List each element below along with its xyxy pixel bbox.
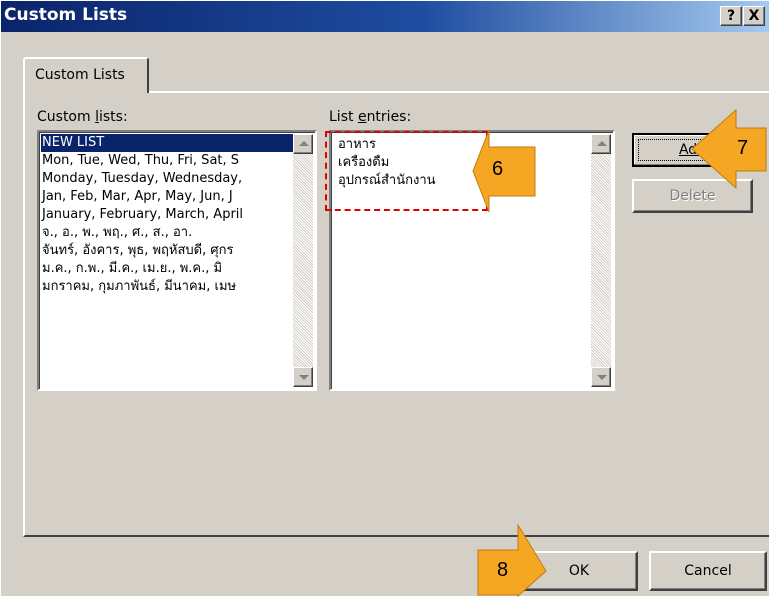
custom-lists-rows: NEW LIST Mon, Tue, Wed, Thu, Fri, Sat, SM…: [41, 134, 293, 296]
ok-button-label: OK: [568, 563, 590, 579]
arrow-down-icon: [597, 375, 607, 380]
callout-number-7: 7: [737, 137, 749, 159]
arrow-up-icon: [597, 141, 607, 146]
cancel-button-label: Cancel: [684, 563, 732, 579]
window-title: Custom Lists: [4, 5, 128, 25]
scroll-up-button[interactable]: [293, 134, 313, 154]
list-entries-scrollbar[interactable]: [591, 134, 611, 387]
custom-lists-listbox[interactable]: NEW LIST Mon, Tue, Wed, Thu, Fri, Sat, SM…: [37, 130, 317, 391]
list-item[interactable]: จันทร์, อังคาร, พุธ, พฤหัสบดี, ศุกร: [41, 242, 293, 260]
list-item[interactable]: Jan, Feb, Mar, Apr, May, Jun, J: [41, 188, 293, 206]
help-button[interactable]: ?: [720, 6, 742, 26]
custom-lists-label-text: Custom: [37, 109, 96, 125]
callout-arrow-6: [472, 129, 536, 213]
callout-arrow-8: [477, 523, 547, 597]
arrow-down-icon: [299, 375, 309, 380]
delete-button-label: Delete: [669, 188, 716, 204]
highlight-box: [325, 131, 488, 211]
list-item[interactable]: NEW LIST: [41, 134, 293, 152]
list-item[interactable]: Monday, Tuesday, Wednesday,: [41, 170, 293, 188]
close-button[interactable]: X: [743, 6, 765, 26]
list-entries-label-text-end: ntries:: [366, 109, 412, 125]
callout-number-6: 6: [492, 158, 504, 180]
callout-arrow-7: [691, 109, 767, 189]
title-bar[interactable]: Custom Lists ? X: [1, 1, 769, 32]
list-item[interactable]: Mon, Tue, Wed, Thu, Fri, Sat, S: [41, 152, 293, 170]
list-item[interactable]: ม.ค., ก.พ., มี.ค., เม.ย., พ.ค., มิ: [41, 260, 293, 278]
scroll-down-button[interactable]: [293, 367, 313, 387]
custom-lists-label: Custom lists:: [37, 109, 128, 125]
custom-lists-label-text-end: ists:: [98, 109, 128, 125]
arrow-up-icon: [299, 141, 309, 146]
list-entries-label-text: List: [329, 109, 358, 125]
list-item[interactable]: มกราคม, กุมภาพันธ์, มีนาคม, เมษ: [41, 278, 293, 296]
custom-lists-dialog: Custom Lists ? X Custom Lists Custom lis…: [0, 0, 769, 597]
list-entries-label: List entries:: [329, 109, 411, 125]
list-item[interactable]: January, February, March, April: [41, 206, 293, 224]
cancel-button[interactable]: Cancel: [649, 551, 767, 591]
tab-custom-lists[interactable]: Custom Lists: [23, 57, 149, 93]
list-item[interactable]: จ., อ., พ., พฤ., ศ., ส., อา.: [41, 224, 293, 242]
list-entries-label-accesskey: e: [357, 109, 367, 125]
custom-lists-scrollbar[interactable]: [293, 134, 313, 387]
callout-number-8: 8: [497, 559, 509, 581]
scroll-down-button[interactable]: [591, 367, 611, 387]
tab-label: Custom Lists: [35, 67, 125, 83]
scroll-up-button[interactable]: [591, 134, 611, 154]
